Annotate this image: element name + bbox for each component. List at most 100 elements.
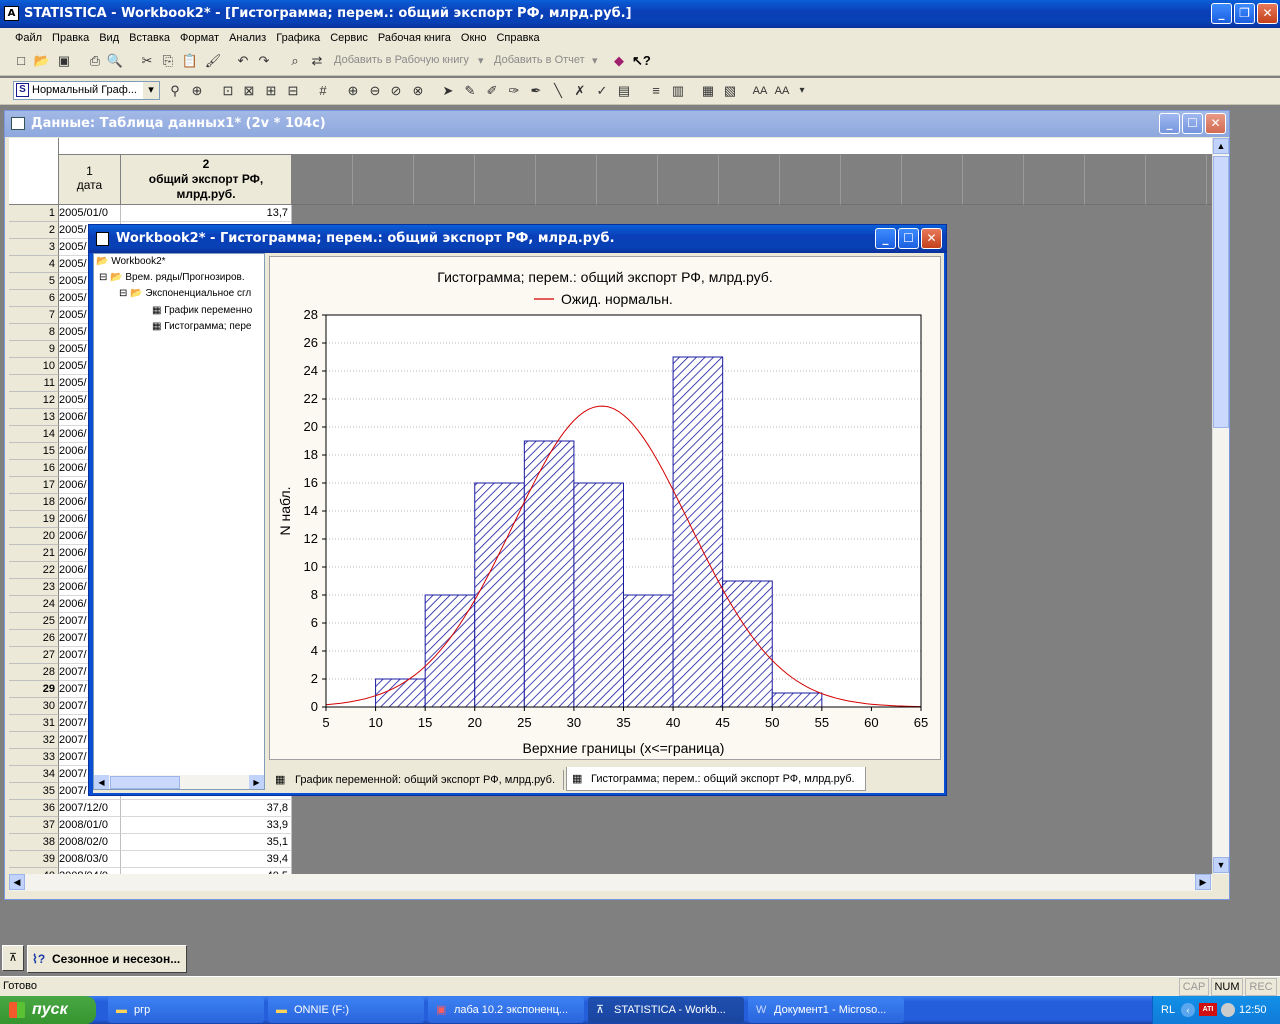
menu-item[interactable]: Графика xyxy=(271,29,325,47)
row-header[interactable]: 2 xyxy=(9,222,59,239)
row-header[interactable]: 6 xyxy=(9,290,59,307)
row-header[interactable]: 11 xyxy=(9,375,59,392)
row-header[interactable]: 7 xyxy=(9,307,59,324)
minimized-task-button[interactable]: ⌇? Сезонное и несезон... xyxy=(27,945,187,973)
print-icon[interactable]: ⎙ xyxy=(86,52,104,70)
row-header[interactable]: 22 xyxy=(9,562,59,579)
taskbar-item-pdf[interactable]: ▣ лаба 10.2 экспоненц... xyxy=(428,997,584,1023)
zoom-in-icon[interactable]: ⊕ xyxy=(344,82,362,100)
book-icon[interactable]: ◆ xyxy=(610,52,628,70)
row-header[interactable]: 20 xyxy=(9,528,59,545)
menu-item[interactable]: Файл xyxy=(10,29,47,47)
workbook-minimize-button[interactable]: _ xyxy=(875,228,896,249)
data-minimize-button[interactable]: _ xyxy=(1159,113,1180,134)
row-header[interactable]: 14 xyxy=(9,426,59,443)
column-header-1[interactable]: 1 дата xyxy=(59,155,121,205)
tab-variable-graph[interactable]: ▦ График переменной: общий экспорт РФ, м… xyxy=(269,770,564,790)
tree-item-histogram[interactable]: ▦ Гистограмма; пере xyxy=(152,320,251,334)
align2-icon[interactable]: ▥ xyxy=(669,82,687,100)
export-value-cell[interactable]: 39,4 xyxy=(121,851,292,868)
zoom-reset-icon[interactable]: ⊗ xyxy=(409,82,427,100)
restore-button[interactable]: ❐ xyxy=(1234,3,1255,24)
export-value-cell[interactable]: 37,8 xyxy=(121,800,292,817)
annotate-icon[interactable]: ✐ xyxy=(483,82,501,100)
row-header[interactable]: 36 xyxy=(9,800,59,817)
taskbar-item-word[interactable]: W Документ1 - Microso... xyxy=(748,997,904,1023)
zoom-icon[interactable]: ⊕ xyxy=(188,82,206,100)
row-header[interactable]: 27 xyxy=(9,647,59,664)
tree-item-variable-graph[interactable]: ▦ График переменно xyxy=(152,304,252,318)
pointer-icon[interactable]: ➤ xyxy=(439,82,457,100)
menu-item[interactable]: Справка xyxy=(491,29,544,47)
chevron-down-icon[interactable]: ▾ xyxy=(592,54,598,67)
scroll-left-button[interactable]: ◀ xyxy=(94,775,109,789)
ungroup-icon[interactable]: ▧ xyxy=(721,82,739,100)
row-header[interactable]: 16 xyxy=(9,460,59,477)
date-cell[interactable]: 2008/03/0 xyxy=(59,851,121,868)
row-header[interactable]: 13 xyxy=(9,409,59,426)
start-button[interactable]: пуск xyxy=(0,996,96,1024)
export-value-cell[interactable]: 33,9 xyxy=(121,817,292,834)
data-close-button[interactable]: ✕ xyxy=(1205,113,1226,134)
paste-icon[interactable]: 📋 xyxy=(181,52,199,70)
tree-item-workbook[interactable]: 📂 Workbook2* xyxy=(96,255,166,269)
graph-style-select[interactable]: S Нормальный Граф... ▾ xyxy=(13,81,160,100)
row-header[interactable]: 38 xyxy=(9,834,59,851)
scroll-thumb[interactable] xyxy=(110,776,180,789)
zoom-fit-icon[interactable]: ⊘ xyxy=(387,82,405,100)
menu-item[interactable]: Окно xyxy=(456,29,492,47)
workbook-close-button[interactable]: ✕ xyxy=(921,228,942,249)
row-header[interactable]: 39 xyxy=(9,851,59,868)
chevron-down-icon[interactable]: ▾ xyxy=(478,54,484,67)
row-header[interactable]: 32 xyxy=(9,732,59,749)
row-header[interactable]: 37 xyxy=(9,817,59,834)
grid-icon[interactable]: # xyxy=(314,82,332,100)
row-header[interactable]: 30 xyxy=(9,698,59,715)
ati-icon[interactable]: ATI xyxy=(1199,1003,1217,1016)
tray-arrow-icon[interactable]: ‹ xyxy=(1181,1003,1195,1017)
chevron-down-icon[interactable]: ▾ xyxy=(143,82,159,99)
row-header[interactable]: 4 xyxy=(9,256,59,273)
row-header[interactable]: 34 xyxy=(9,766,59,783)
font-size-icon[interactable]: AA xyxy=(751,82,769,100)
help-pointer-icon[interactable]: ↖? xyxy=(632,52,651,70)
horizontal-scrollbar[interactable]: ◀ ▶ xyxy=(9,874,1212,891)
column-header-2[interactable]: 2 общий экспорт РФ, млрд.руб. xyxy=(121,155,292,205)
scroll-left-button[interactable]: ◀ xyxy=(9,874,25,890)
align-icon[interactable]: ≡ xyxy=(647,82,665,100)
tree-item-time-series[interactable]: ⊟ 📂 Врем. ряды/Прогнозиров. xyxy=(99,271,245,285)
workbook-maximize-button[interactable]: ☐ xyxy=(898,228,919,249)
lock-icon[interactable]: ▤ xyxy=(615,82,633,100)
minimize-button[interactable]: _ xyxy=(1211,3,1232,24)
row-header[interactable]: 19 xyxy=(9,511,59,528)
open-icon[interactable]: 📂 xyxy=(33,52,51,70)
taskbar-item-drive[interactable]: ▬ ONNIE (F:) xyxy=(268,997,424,1023)
annotate2-icon[interactable]: ✑ xyxy=(505,82,523,100)
taskbar-item-statistica[interactable]: ⊼ STATISTICA - Workb... xyxy=(588,997,744,1023)
menu-item[interactable]: Правка xyxy=(47,29,94,47)
annotate3-icon[interactable]: ✒ xyxy=(527,82,545,100)
date-cell[interactable]: 2008/01/0 xyxy=(59,817,121,834)
add-to-report-button[interactable]: Добавить в Отчет xyxy=(494,54,585,66)
minimized-window-icon[interactable]: ⊼ xyxy=(2,945,24,971)
menu-item[interactable]: Сервис xyxy=(325,29,373,47)
row-header[interactable]: 29 xyxy=(9,681,59,698)
chevron-down-icon[interactable]: ▾ xyxy=(793,82,811,100)
zoom-out-icon[interactable]: ⊖ xyxy=(366,82,384,100)
row-header[interactable]: 35 xyxy=(9,783,59,800)
replace-icon[interactable]: ⇄ xyxy=(308,52,326,70)
check-tool-icon[interactable]: ✓ xyxy=(593,82,611,100)
cut-icon[interactable]: ✂ xyxy=(138,52,156,70)
row-header[interactable]: 17 xyxy=(9,477,59,494)
brush-icon[interactable]: ⚲ xyxy=(166,82,184,100)
row-header[interactable]: 8 xyxy=(9,324,59,341)
scroll-right-button[interactable]: ▶ xyxy=(249,775,264,789)
row-header[interactable]: 10 xyxy=(9,358,59,375)
copy-icon[interactable]: ⎘ xyxy=(159,52,177,70)
menu-item[interactable]: Вид xyxy=(94,29,124,47)
language-indicator[interactable]: RL xyxy=(1161,996,1175,1024)
data-maximize-button[interactable]: ☐ xyxy=(1182,113,1203,134)
menu-item[interactable]: Вставка xyxy=(124,29,175,47)
redo-icon[interactable]: ↷ xyxy=(255,52,273,70)
row-header[interactable]: 3 xyxy=(9,239,59,256)
